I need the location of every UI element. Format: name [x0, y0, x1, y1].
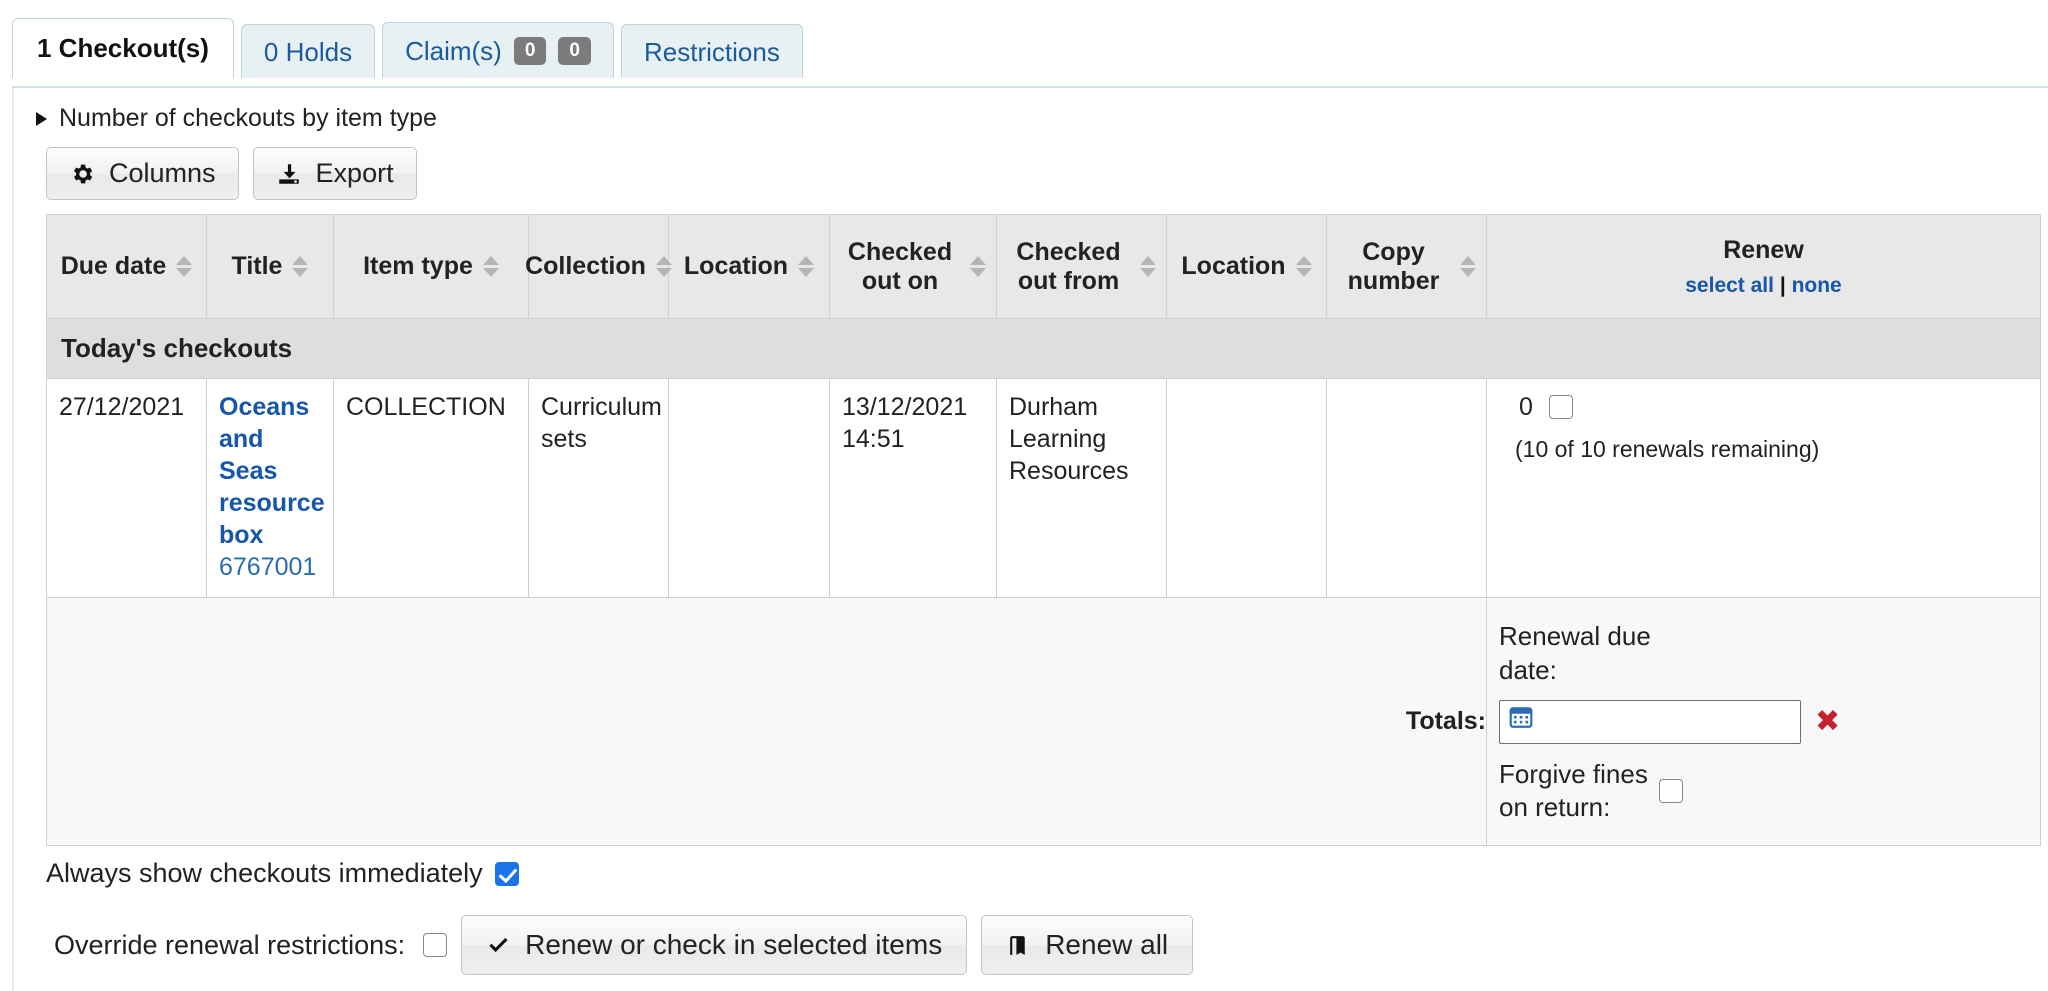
- sort-icon[interactable]: [1140, 256, 1156, 277]
- renewal-due-date-label: Renewal duedate:: [1499, 620, 2022, 688]
- title-link[interactable]: Oceans and Seas resource box: [219, 393, 325, 549]
- col-item-type[interactable]: Item type: [334, 215, 529, 319]
- action-bar: Override renewal restrictions: Renew or …: [26, 889, 2048, 975]
- checkouts-panel: Number of checkouts by item type Columns…: [12, 88, 2048, 991]
- col-due-date[interactable]: Due date: [47, 215, 207, 319]
- columns-button[interactable]: Columns: [46, 147, 239, 200]
- tab-claims-label: Claim(s): [405, 38, 502, 64]
- override-renewal-checkbox[interactable]: [423, 933, 447, 957]
- sort-icon[interactable]: [1296, 256, 1312, 277]
- col-collection[interactable]: Collection: [529, 215, 669, 319]
- col-location-2[interactable]: Location: [1167, 215, 1327, 319]
- col-checked-out-on-label: Checked out on: [840, 238, 960, 296]
- table-row: 27/12/2021 Oceans and Seas resource box …: [47, 379, 2041, 598]
- tab-claims-badge-2: 0: [558, 37, 591, 65]
- col-title[interactable]: Title: [207, 215, 334, 319]
- table-toolbar: Columns Export: [26, 139, 2048, 214]
- always-show-checkouts-row: Always show checkouts immediately: [26, 846, 2048, 889]
- tab-bar: 1 Checkout(s) 0 Holds Claim(s) 0 0 Restr…: [0, 0, 2048, 88]
- override-renewal-label: Override renewal restrictions:: [54, 930, 405, 961]
- export-button-label: Export: [316, 158, 394, 189]
- totals-renew-panel: Renewal duedate:: [1487, 598, 2041, 846]
- tab-bar-underline: [12, 86, 2048, 88]
- tab-restrictions-label: Restrictions: [644, 39, 780, 65]
- group-header-row: Today's checkouts: [47, 319, 2041, 379]
- columns-button-label: Columns: [109, 158, 216, 189]
- checkouts-table: Due date Title Item type Collection Loca…: [46, 214, 2041, 846]
- renew-checkbox[interactable]: [1549, 395, 1573, 419]
- tab-checkouts-label: 1 Checkout(s): [37, 35, 209, 61]
- totals-row: Totals: Renewal duedate:: [47, 598, 2041, 846]
- sort-icon[interactable]: [970, 256, 986, 277]
- col-collection-label: Collection: [525, 252, 646, 281]
- cell-title: Oceans and Seas resource box 6767001: [207, 379, 334, 598]
- tab-holds-label: 0 Holds: [264, 39, 352, 65]
- totals-label: Totals:: [47, 598, 1487, 846]
- group-header-label: Today's checkouts: [47, 319, 2041, 379]
- always-show-checkouts-label: Always show checkouts immediately: [46, 858, 483, 889]
- sort-icon[interactable]: [292, 256, 308, 277]
- calendar-icon[interactable]: [1508, 704, 1534, 739]
- sort-icon[interactable]: [176, 256, 192, 277]
- forgive-fines-label: Forgive fineson return:: [1499, 758, 1659, 826]
- cell-copy-number: [1327, 379, 1487, 598]
- cell-location: [669, 379, 830, 598]
- renew-links-separator: |: [1780, 274, 1786, 297]
- tab-restrictions[interactable]: Restrictions: [621, 24, 803, 78]
- sort-icon[interactable]: [1460, 256, 1476, 277]
- red-x-icon[interactable]: ✖: [1815, 707, 1840, 737]
- export-button[interactable]: Export: [253, 147, 417, 200]
- checkouts-by-item-type-label: Number of checkouts by item type: [59, 104, 437, 133]
- sort-icon[interactable]: [798, 256, 814, 277]
- sort-icon[interactable]: [483, 256, 499, 277]
- renew-all-button[interactable]: Renew all: [981, 915, 1193, 975]
- renewals-remaining-note: (10 of 10 renewals remaining): [1499, 435, 2028, 464]
- cell-collection: Curriculum sets: [529, 379, 669, 598]
- select-none-link[interactable]: none: [1792, 274, 1842, 297]
- cell-checked-out-from: DurhamLearningResources: [997, 379, 1167, 598]
- cell-location-2: [1167, 379, 1327, 598]
- col-checked-out-on[interactable]: Checked out on: [830, 215, 997, 319]
- col-title-label: Title: [232, 252, 283, 281]
- col-renew: Renew select all | none: [1487, 215, 2041, 319]
- cell-item-type: COLLECTION: [334, 379, 529, 598]
- col-item-type-label: Item type: [363, 252, 473, 281]
- renew-or-checkin-selected-label: Renew or check in selected items: [525, 929, 942, 961]
- col-checked-out-from-label: Checked out from: [1007, 238, 1130, 296]
- col-copy-number-label: Copy number: [1337, 238, 1450, 296]
- table-header-row: Due date Title Item type Collection Loca…: [47, 215, 2041, 319]
- tab-holds[interactable]: 0 Holds: [241, 24, 375, 78]
- select-all-link[interactable]: select all: [1685, 274, 1774, 297]
- book-icon: [1006, 933, 1031, 958]
- col-location-2-label: Location: [1181, 252, 1285, 281]
- checkouts-by-item-type-toggle[interactable]: Number of checkouts by item type: [26, 88, 437, 139]
- forgive-fines-checkbox[interactable]: [1659, 779, 1683, 803]
- gear-icon: [69, 161, 95, 187]
- renew-all-label: Renew all: [1045, 929, 1168, 961]
- check-icon: [486, 933, 511, 958]
- renewal-due-date-input[interactable]: [1499, 700, 1801, 744]
- cell-due-date: 27/12/2021: [47, 379, 207, 598]
- renew-or-checkin-selected-button[interactable]: Renew or check in selected items: [461, 915, 967, 975]
- always-show-checkouts-checkbox[interactable]: [495, 862, 519, 886]
- col-renew-label: Renew: [1497, 234, 2030, 267]
- renew-count: 0: [1519, 391, 1533, 423]
- download-icon: [276, 161, 302, 187]
- caret-right-icon: [36, 112, 47, 126]
- barcode-value: 6767001: [219, 551, 321, 583]
- tab-claims[interactable]: Claim(s) 0 0: [382, 22, 614, 78]
- col-location-label: Location: [684, 252, 788, 281]
- col-checked-out-from[interactable]: Checked out from: [997, 215, 1167, 319]
- col-due-date-label: Due date: [61, 252, 167, 281]
- col-location[interactable]: Location: [669, 215, 830, 319]
- col-copy-number[interactable]: Copy number: [1327, 215, 1487, 319]
- tab-checkouts[interactable]: 1 Checkout(s): [12, 18, 234, 78]
- cell-checked-out-on: 13/12/202114:51: [830, 379, 997, 598]
- sort-icon[interactable]: [656, 256, 672, 277]
- tab-claims-badge-1: 0: [514, 37, 547, 65]
- cell-renew: 0 (10 of 10 renewals remaining): [1487, 379, 2041, 598]
